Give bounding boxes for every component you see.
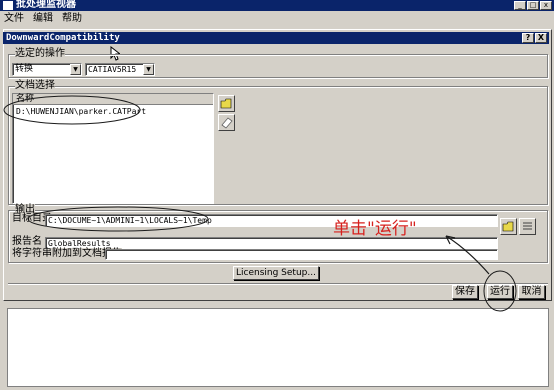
annotation-ellipse-target-dir <box>27 206 209 232</box>
annotation-ellipse-run <box>483 270 517 312</box>
annotation-arrow-line <box>445 235 490 275</box>
annotation-ellipse-document <box>3 95 141 125</box>
annotation-overlay <box>3 95 517 312</box>
